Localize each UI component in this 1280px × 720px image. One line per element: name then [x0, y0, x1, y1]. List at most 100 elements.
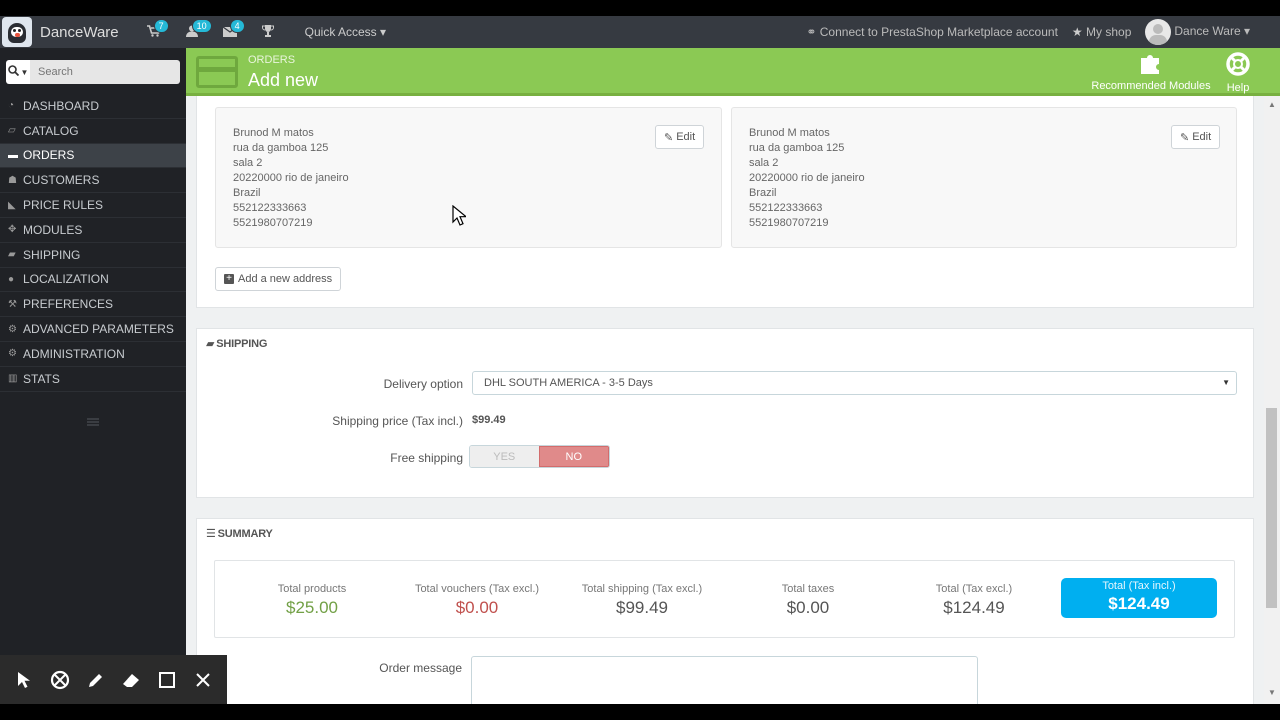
orders-notification[interactable]: 7 — [135, 16, 173, 48]
truck-icon: ▰ — [206, 338, 215, 350]
prestashop-logo[interactable] — [2, 17, 32, 47]
star-icon: ★ — [1071, 25, 1083, 39]
sidebar-item-customers[interactable]: ☗ CUSTOMERS — [0, 168, 186, 194]
caret-down-icon: ▾ — [1243, 24, 1250, 39]
annotation-toolbar — [0, 655, 227, 704]
search-input[interactable] — [30, 60, 180, 84]
trophy-icon — [261, 24, 274, 40]
delivery-address-lines: Brunod M matos rua da gamboa 125 sala 2 … — [233, 127, 349, 229]
plus-square-icon: + — [224, 274, 234, 284]
total-shipping: Total shipping (Tax excl.) $99.49 — [581, 583, 703, 617]
page-title: Add new — [248, 70, 319, 90]
my-shop-link[interactable]: ★ My shop — [1072, 25, 1131, 39]
page-header: ORDERS Add new Recommended Modules Help — [186, 48, 1280, 96]
summary-totals: Total products $25.00 Total vouchers (Ta… — [214, 560, 1235, 638]
free-shipping-yes[interactable]: YES — [470, 446, 539, 467]
rectangle-tool-icon[interactable] — [155, 668, 179, 692]
search-type-button[interactable]: ▼ — [6, 60, 30, 84]
free-shipping-toggle[interactable]: YES NO — [469, 445, 610, 468]
page-scrollbar[interactable]: ▲ ▼ — [1264, 96, 1280, 704]
gear-icon: ⚙ — [8, 348, 17, 360]
dashboard-icon: ◔ — [8, 100, 15, 112]
delivery-option-select[interactable]: DHL SOUTH AMERICA - 3-5 Days ▼ — [472, 371, 1237, 395]
highlighter-tool-icon[interactable] — [48, 668, 72, 692]
orders-badge: 7 — [153, 19, 169, 33]
total-products: Total products $25.00 — [277, 583, 347, 617]
summary-panel-title: ☰ SUMMARY — [206, 528, 273, 540]
free-shipping-label: Free shipping — [390, 451, 463, 465]
edit-invoice-address-button[interactable]: ✎ Edit — [1171, 125, 1221, 149]
sidebar-item-shipping[interactable]: ▰ SHIPPING — [0, 243, 186, 268]
recommended-modules-button[interactable]: Recommended Modules — [1090, 52, 1212, 92]
total-taxes: Total taxes $0.00 — [781, 583, 835, 617]
total-tax-excl: Total (Tax excl.) $124.49 — [935, 583, 1013, 617]
main-content: Brunod M matos rua da gamboa 125 sala 2 … — [186, 96, 1280, 704]
sidebar-item-dashboard[interactable]: ◔ DASHBOARD — [0, 94, 186, 119]
eraser-tool-icon[interactable] — [119, 668, 143, 692]
customers-badge: 10 — [191, 19, 212, 33]
pencil-icon: ✎ — [664, 131, 674, 144]
addresses-panel: Brunod M matos rua da gamboa 125 sala 2 … — [196, 96, 1254, 308]
globe-icon: ● — [8, 273, 15, 285]
top-header: DanceWare 7 10 4 Quick Access ▾ ⚭ Connec… — [0, 16, 1280, 48]
quick-access-menu[interactable]: Quick Access ▾ — [305, 25, 386, 39]
users-icon: ☗ — [8, 174, 17, 186]
sidebar-item-modules[interactable]: ✥ MODULES — [0, 218, 186, 243]
scroll-up-arrow-icon[interactable]: ▲ — [1268, 100, 1276, 109]
scroll-down-arrow-icon[interactable]: ▼ — [1268, 688, 1276, 697]
sidebar-item-administration[interactable]: ⚙ ADMINISTRATION — [0, 342, 186, 367]
truck-icon: ▰ — [8, 249, 16, 261]
sidebar-item-preferences[interactable]: ⚒ PREFERENCES — [0, 292, 186, 318]
shipping-panel: ▰ SHIPPING Delivery option DHL SOUTH AMER… — [196, 328, 1254, 498]
help-button[interactable]: Help — [1222, 52, 1254, 94]
marketplace-connect-link[interactable]: ⚭ Connect to PrestaShop Marketplace acco… — [806, 25, 1058, 39]
puzzle-icon — [1090, 52, 1212, 79]
lifebuoy-icon — [1222, 52, 1254, 81]
invoice-address-lines: Brunod M matos rua da gamboa 125 sala 2 … — [749, 127, 865, 229]
close-icon[interactable] — [191, 668, 215, 692]
sidebar-collapse-handle[interactable] — [87, 418, 99, 426]
pencil-icon: ✎ — [1180, 131, 1190, 144]
sidebar-item-orders[interactable]: ▬ ORDERS — [0, 143, 186, 169]
pointer-tool-icon[interactable] — [12, 668, 36, 692]
credit-card-icon: ▬ — [8, 149, 18, 161]
delivery-option-label: Delivery option — [383, 377, 463, 391]
employee-menu[interactable]: Dance Ware ▾ — [1145, 19, 1250, 45]
total-tax-incl: Total (Tax incl.) $124.49 — [1061, 578, 1217, 618]
sidebar-item-stats[interactable]: ▥ STATS — [0, 367, 186, 392]
wrench-icon: ⚒ — [8, 298, 17, 310]
caret-down-icon: ▼ — [1222, 378, 1230, 387]
invoice-address-card: Brunod M matos rua da gamboa 125 sala 2 … — [731, 107, 1237, 248]
add-address-button[interactable]: + Add a new address — [215, 267, 342, 291]
breadcrumb[interactable]: ORDERS — [248, 54, 295, 66]
order-message-textarea[interactable] — [471, 656, 978, 704]
messages-notification[interactable]: 4 — [211, 16, 249, 48]
mouse-cursor-icon — [452, 205, 466, 226]
free-shipping-no[interactable]: NO — [538, 446, 609, 467]
scrollbar-thumb[interactable] — [1266, 408, 1277, 608]
search-icon — [7, 65, 19, 79]
customers-notification[interactable]: 10 — [173, 16, 212, 48]
letterbox-top — [0, 0, 1280, 16]
caret-down-icon: ▾ — [380, 25, 387, 39]
sidebar: ▼ ◔DASHBOARD ▱CATALOG ▬ORDERS ☗CUSTOMERS… — [0, 48, 186, 704]
sidebar-item-localization[interactable]: ● LOCALIZATION — [0, 268, 186, 293]
tag-icon: ◣ — [8, 199, 16, 211]
shipping-panel-title: ▰ SHIPPING — [206, 338, 268, 350]
messages-badge: 4 — [229, 19, 245, 33]
avatar — [1145, 19, 1172, 45]
sidebar-item-advanced-parameters[interactable]: ⚙ ADVANCED PARAMETERS — [0, 317, 186, 342]
sidebar-search: ▼ — [6, 60, 180, 84]
credit-card-icon — [196, 56, 238, 88]
order-message-label: Order message — [379, 661, 462, 675]
list-icon: ☰ — [206, 528, 216, 540]
plug-icon: ⚭ — [806, 25, 817, 39]
letterbox-bottom — [0, 704, 1280, 720]
trophy-notification[interactable] — [249, 16, 287, 48]
pen-tool-icon[interactable] — [84, 668, 108, 692]
shop-name[interactable]: DanceWare — [40, 24, 119, 41]
shipping-price-label: Shipping price (Tax incl.) — [332, 414, 463, 428]
edit-delivery-address-button[interactable]: ✎ Edit — [655, 125, 705, 149]
sidebar-item-catalog[interactable]: ▱ CATALOG — [0, 119, 186, 144]
sidebar-item-price-rules[interactable]: ◣ PRICE RULES — [0, 193, 186, 218]
